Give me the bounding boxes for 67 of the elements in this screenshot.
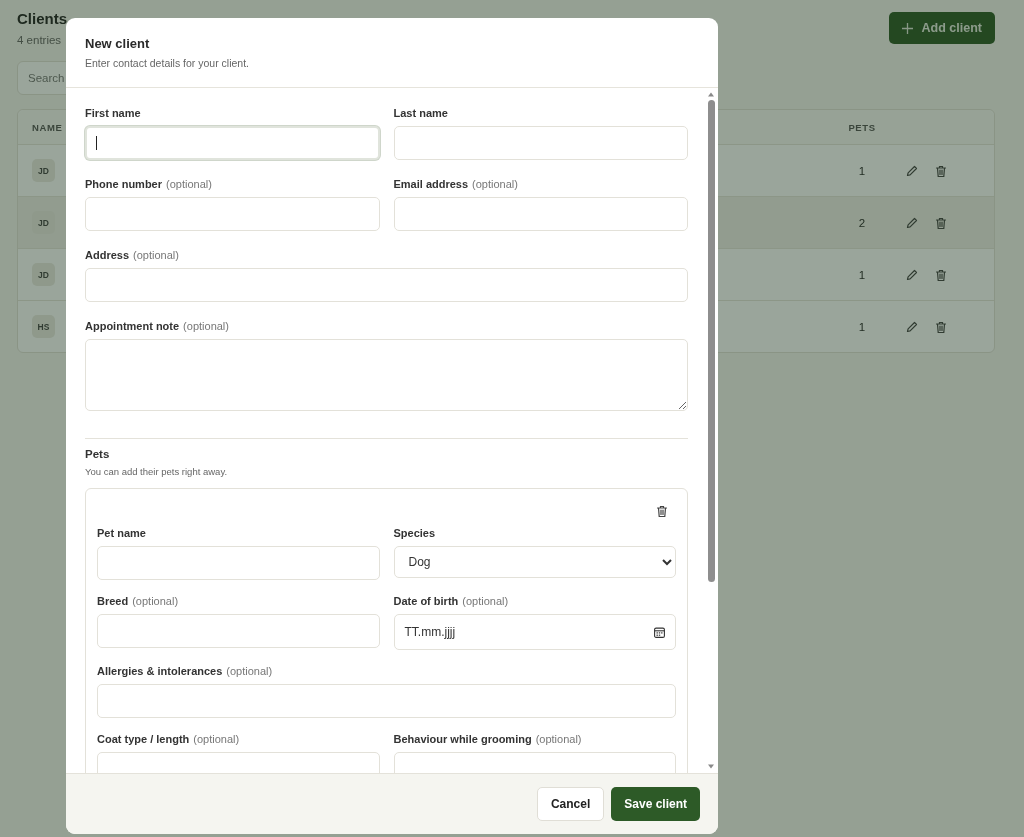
edit-icon <box>906 268 918 281</box>
section-title: Pets <box>85 448 111 460</box>
save-button[interactable]: Save client <box>611 787 700 821</box>
dialog-subtitle: Enter contact details for your client. <box>85 57 250 69</box>
text-field[interactable] <box>85 268 688 302</box>
pet-count: 1 <box>857 268 867 281</box>
field-label: Appointment note <box>85 320 180 332</box>
field-label: Last name <box>393 107 448 119</box>
optional-hint: (optional) <box>183 320 229 332</box>
field-label: Breed <box>97 595 129 607</box>
delete-icon <box>935 164 947 177</box>
text-field[interactable] <box>85 126 380 160</box>
cancel-button[interactable]: Cancel <box>536 787 605 821</box>
optional-hint: (optional) <box>166 178 212 190</box>
optional-hint: (optional) <box>193 733 240 745</box>
text-field[interactable] <box>97 684 676 718</box>
text-area[interactable] <box>85 339 688 411</box>
calendar-icon <box>654 626 665 638</box>
text-field[interactable] <box>97 614 380 648</box>
section-subtitle: You can add their pets right away. <box>85 466 229 477</box>
scrollbar-thumb[interactable] <box>707 100 715 582</box>
edit-icon <box>906 320 918 333</box>
initials-avatar: JD <box>32 159 55 182</box>
optional-hint: (optional) <box>472 178 518 190</box>
optional-hint: (optional) <box>535 733 582 745</box>
initials-avatar: JD <box>32 263 55 286</box>
date-field[interactable]: TT.mm.jjjj <box>393 614 676 650</box>
field-label: Allergies & intolerances <box>97 665 223 677</box>
field-label: Address <box>85 249 130 261</box>
initials-avatar: HS <box>32 315 55 338</box>
delete-icon <box>935 320 947 333</box>
species-select[interactable]: Dog <box>393 546 676 578</box>
field-label: Behaviour while grooming <box>393 733 532 745</box>
column-header: PETS <box>847 121 877 133</box>
optional-hint: (optional) <box>226 665 273 677</box>
pet-count: 1 <box>857 320 867 333</box>
edit-icon <box>906 216 918 229</box>
text-field[interactable] <box>85 197 380 231</box>
field-label: First name <box>85 107 141 119</box>
add-client-button[interactable]: Add client <box>888 12 995 44</box>
pet-count: 2 <box>857 216 867 229</box>
field-label: Species <box>393 527 436 539</box>
text-field[interactable] <box>393 126 688 160</box>
field-label: Date of birth <box>393 595 459 607</box>
field-label: Email address <box>393 178 469 190</box>
field-label: Phone number <box>85 178 162 190</box>
initials-avatar: JD <box>32 211 55 234</box>
delete-icon <box>935 216 947 229</box>
field-label: Pet name <box>97 527 146 539</box>
column-header: NAME <box>31 121 64 133</box>
scroll-down-icon <box>707 764 715 770</box>
edit-icon <box>906 164 918 177</box>
field-label: Coat type / length <box>97 733 190 745</box>
entry-count: 4 entries <box>17 34 63 46</box>
optional-hint: (optional) <box>132 595 179 607</box>
pet-count: 1 <box>857 164 867 177</box>
text-cursor <box>96 136 97 150</box>
text-field[interactable] <box>393 197 688 231</box>
page-title: Clients <box>17 10 67 27</box>
text-field[interactable] <box>97 546 380 580</box>
delete-icon <box>935 268 947 281</box>
plus-icon <box>901 22 913 34</box>
optional-hint: (optional) <box>462 595 509 607</box>
delete-icon <box>656 505 668 517</box>
optional-hint: (optional) <box>133 249 179 261</box>
dialog-title: New client <box>85 36 151 51</box>
scroll-up-icon <box>707 91 715 97</box>
